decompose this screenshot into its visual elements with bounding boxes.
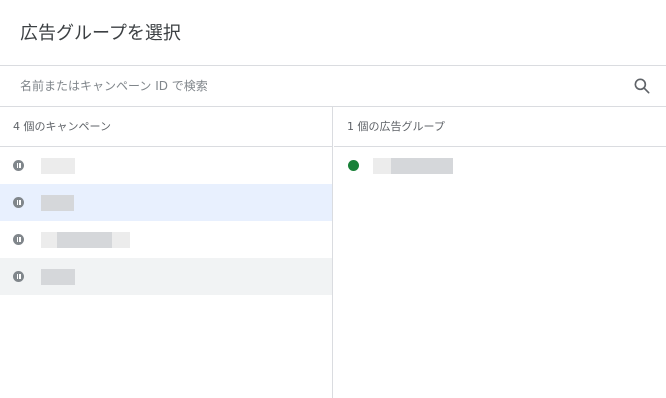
- campaign-name-redacted: [112, 232, 130, 248]
- campaign-row-4[interactable]: [0, 258, 332, 295]
- campaign-count-header: 4 個のキャンペーン: [0, 107, 332, 147]
- pause-icon: [13, 197, 24, 208]
- campaign-row-3[interactable]: [0, 221, 332, 258]
- search-bar: [0, 65, 666, 107]
- campaign-name-redacted: [57, 232, 112, 248]
- ad-group-row-1[interactable]: [334, 147, 666, 184]
- ad-group-name-redacted: [391, 158, 453, 174]
- campaign-row-1[interactable]: [0, 147, 332, 184]
- selection-panes: 4 個のキャンペーン 1 個の広告グループ: [0, 107, 666, 398]
- enabled-status-icon: [348, 160, 359, 171]
- search-icon[interactable]: [632, 76, 652, 96]
- campaign-name-redacted: [41, 195, 74, 211]
- ad-group-count-header: 1 個の広告グループ: [334, 107, 666, 147]
- pause-icon: [13, 271, 24, 282]
- campaign-pane: 4 個のキャンペーン: [0, 107, 333, 398]
- pause-icon: [13, 160, 24, 171]
- campaign-name-redacted: [41, 158, 75, 174]
- campaign-row-2[interactable]: [0, 184, 332, 221]
- search-input[interactable]: [20, 75, 600, 97]
- dialog-title: 広告グループを選択: [20, 23, 181, 44]
- pause-icon: [13, 234, 24, 245]
- campaign-name-redacted: [41, 269, 75, 285]
- ad-group-name-redacted: [373, 158, 391, 174]
- ad-group-pane: 1 個の広告グループ: [334, 107, 666, 398]
- campaign-name-redacted: [41, 232, 57, 248]
